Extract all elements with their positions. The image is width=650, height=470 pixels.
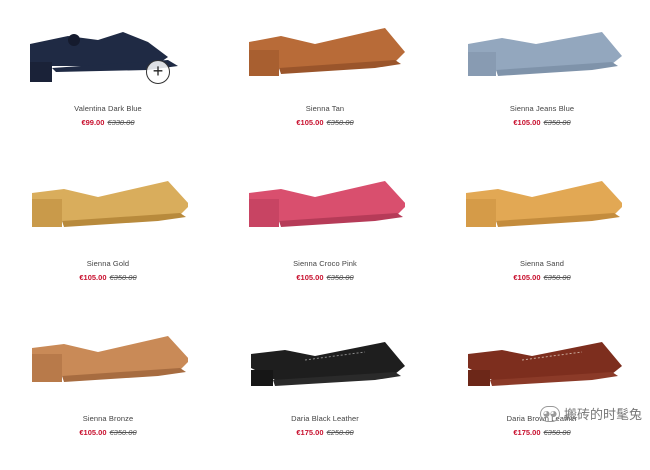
- shoe-heel: [249, 199, 279, 227]
- product-price: €175.00 €250.00: [217, 428, 433, 437]
- product-name[interactable]: Sienna Bronze: [0, 414, 216, 423]
- watermark: ◕◕ 搬砖的时髦兔: [539, 404, 642, 423]
- shoe-heel: [32, 199, 62, 227]
- product-card[interactable]: Sienna Jeans Blue €105.00 €350.00: [434, 12, 650, 162]
- original-price: €350.00: [109, 428, 137, 437]
- current-price: €175.00: [296, 428, 324, 437]
- product-card[interactable]: Sienna Gold €105.00 €350.00: [0, 165, 216, 315]
- original-price: €350.00: [326, 118, 354, 127]
- original-price: €350.00: [326, 273, 354, 282]
- shoe-heel: [468, 52, 496, 76]
- shoe-heel: [32, 354, 62, 382]
- product-card[interactable]: Sienna Sand €105.00 €350.00: [434, 165, 650, 315]
- product-price: €105.00 €350.00: [217, 118, 433, 127]
- shoe-image[interactable]: [462, 22, 622, 92]
- wechat-icon: ◕◕: [539, 405, 560, 422]
- current-price: €99.00: [81, 118, 105, 127]
- watermark-text: 搬砖的时髦兔: [563, 408, 642, 423]
- shoe-upper: [30, 32, 168, 66]
- product-card[interactable]: Sienna Bronze €105.00 €350.00: [0, 320, 216, 470]
- current-price: €105.00: [513, 273, 541, 282]
- shoe-image[interactable]: [462, 175, 622, 245]
- shoe-heel: [468, 370, 490, 386]
- shoe-image[interactable]: [28, 330, 188, 400]
- product-name[interactable]: Sienna Croco Pink: [217, 259, 433, 268]
- product-price: €175.00 €350.00: [434, 428, 650, 437]
- shoe-image[interactable]: [245, 22, 405, 92]
- product-name[interactable]: Sienna Sand: [434, 259, 650, 268]
- shoe-image[interactable]: [28, 175, 188, 245]
- current-price: €105.00: [296, 118, 324, 127]
- current-price: €175.00: [513, 428, 541, 437]
- product-name[interactable]: Daria Black Leather: [217, 414, 433, 423]
- product-card[interactable]: + Valentina Dark Blue €99.00 €330.00: [0, 12, 216, 162]
- product-price: €105.00 €350.00: [217, 273, 433, 282]
- product-card[interactable]: Sienna Tan €105.00 €350.00: [217, 12, 433, 162]
- quick-add-button[interactable]: +: [146, 60, 170, 84]
- shoe-image[interactable]: [245, 330, 405, 400]
- original-price: €350.00: [543, 428, 571, 437]
- shoe-heel: [30, 62, 52, 82]
- product-name[interactable]: Sienna Tan: [217, 104, 433, 113]
- product-price: €105.00 €350.00: [0, 428, 216, 437]
- product-name[interactable]: Valentina Dark Blue: [0, 104, 216, 113]
- original-price: €350.00: [109, 273, 137, 282]
- shoe-image[interactable]: [462, 330, 622, 400]
- shoe-image[interactable]: [245, 175, 405, 245]
- current-price: €105.00: [79, 273, 107, 282]
- product-grid: + Valentina Dark Blue €99.00 €330.00 Sien…: [0, 0, 650, 443]
- product-price: €105.00 €350.00: [434, 273, 650, 282]
- original-price: €350.00: [543, 273, 571, 282]
- current-price: €105.00: [79, 428, 107, 437]
- shoe-heel: [249, 50, 279, 76]
- product-card[interactable]: Sienna Croco Pink €105.00 €350.00: [217, 165, 433, 315]
- shoe-heel: [251, 370, 273, 386]
- product-price: €105.00 €350.00: [434, 118, 650, 127]
- original-price: €250.00: [326, 428, 354, 437]
- product-price: €105.00 €350.00: [0, 273, 216, 282]
- current-price: €105.00: [296, 273, 324, 282]
- product-price: €99.00 €330.00: [0, 118, 216, 127]
- product-name[interactable]: Sienna Gold: [0, 259, 216, 268]
- product-card[interactable]: Daria Brown Leather €175.00 €350.00: [434, 320, 650, 470]
- shoe-heel: [466, 199, 496, 227]
- bow-knot: [68, 34, 80, 46]
- product-card[interactable]: Daria Black Leather €175.00 €250.00: [217, 320, 433, 470]
- original-price: €350.00: [543, 118, 571, 127]
- current-price: €105.00: [513, 118, 541, 127]
- product-name[interactable]: Sienna Jeans Blue: [434, 104, 650, 113]
- original-price: €330.00: [107, 118, 135, 127]
